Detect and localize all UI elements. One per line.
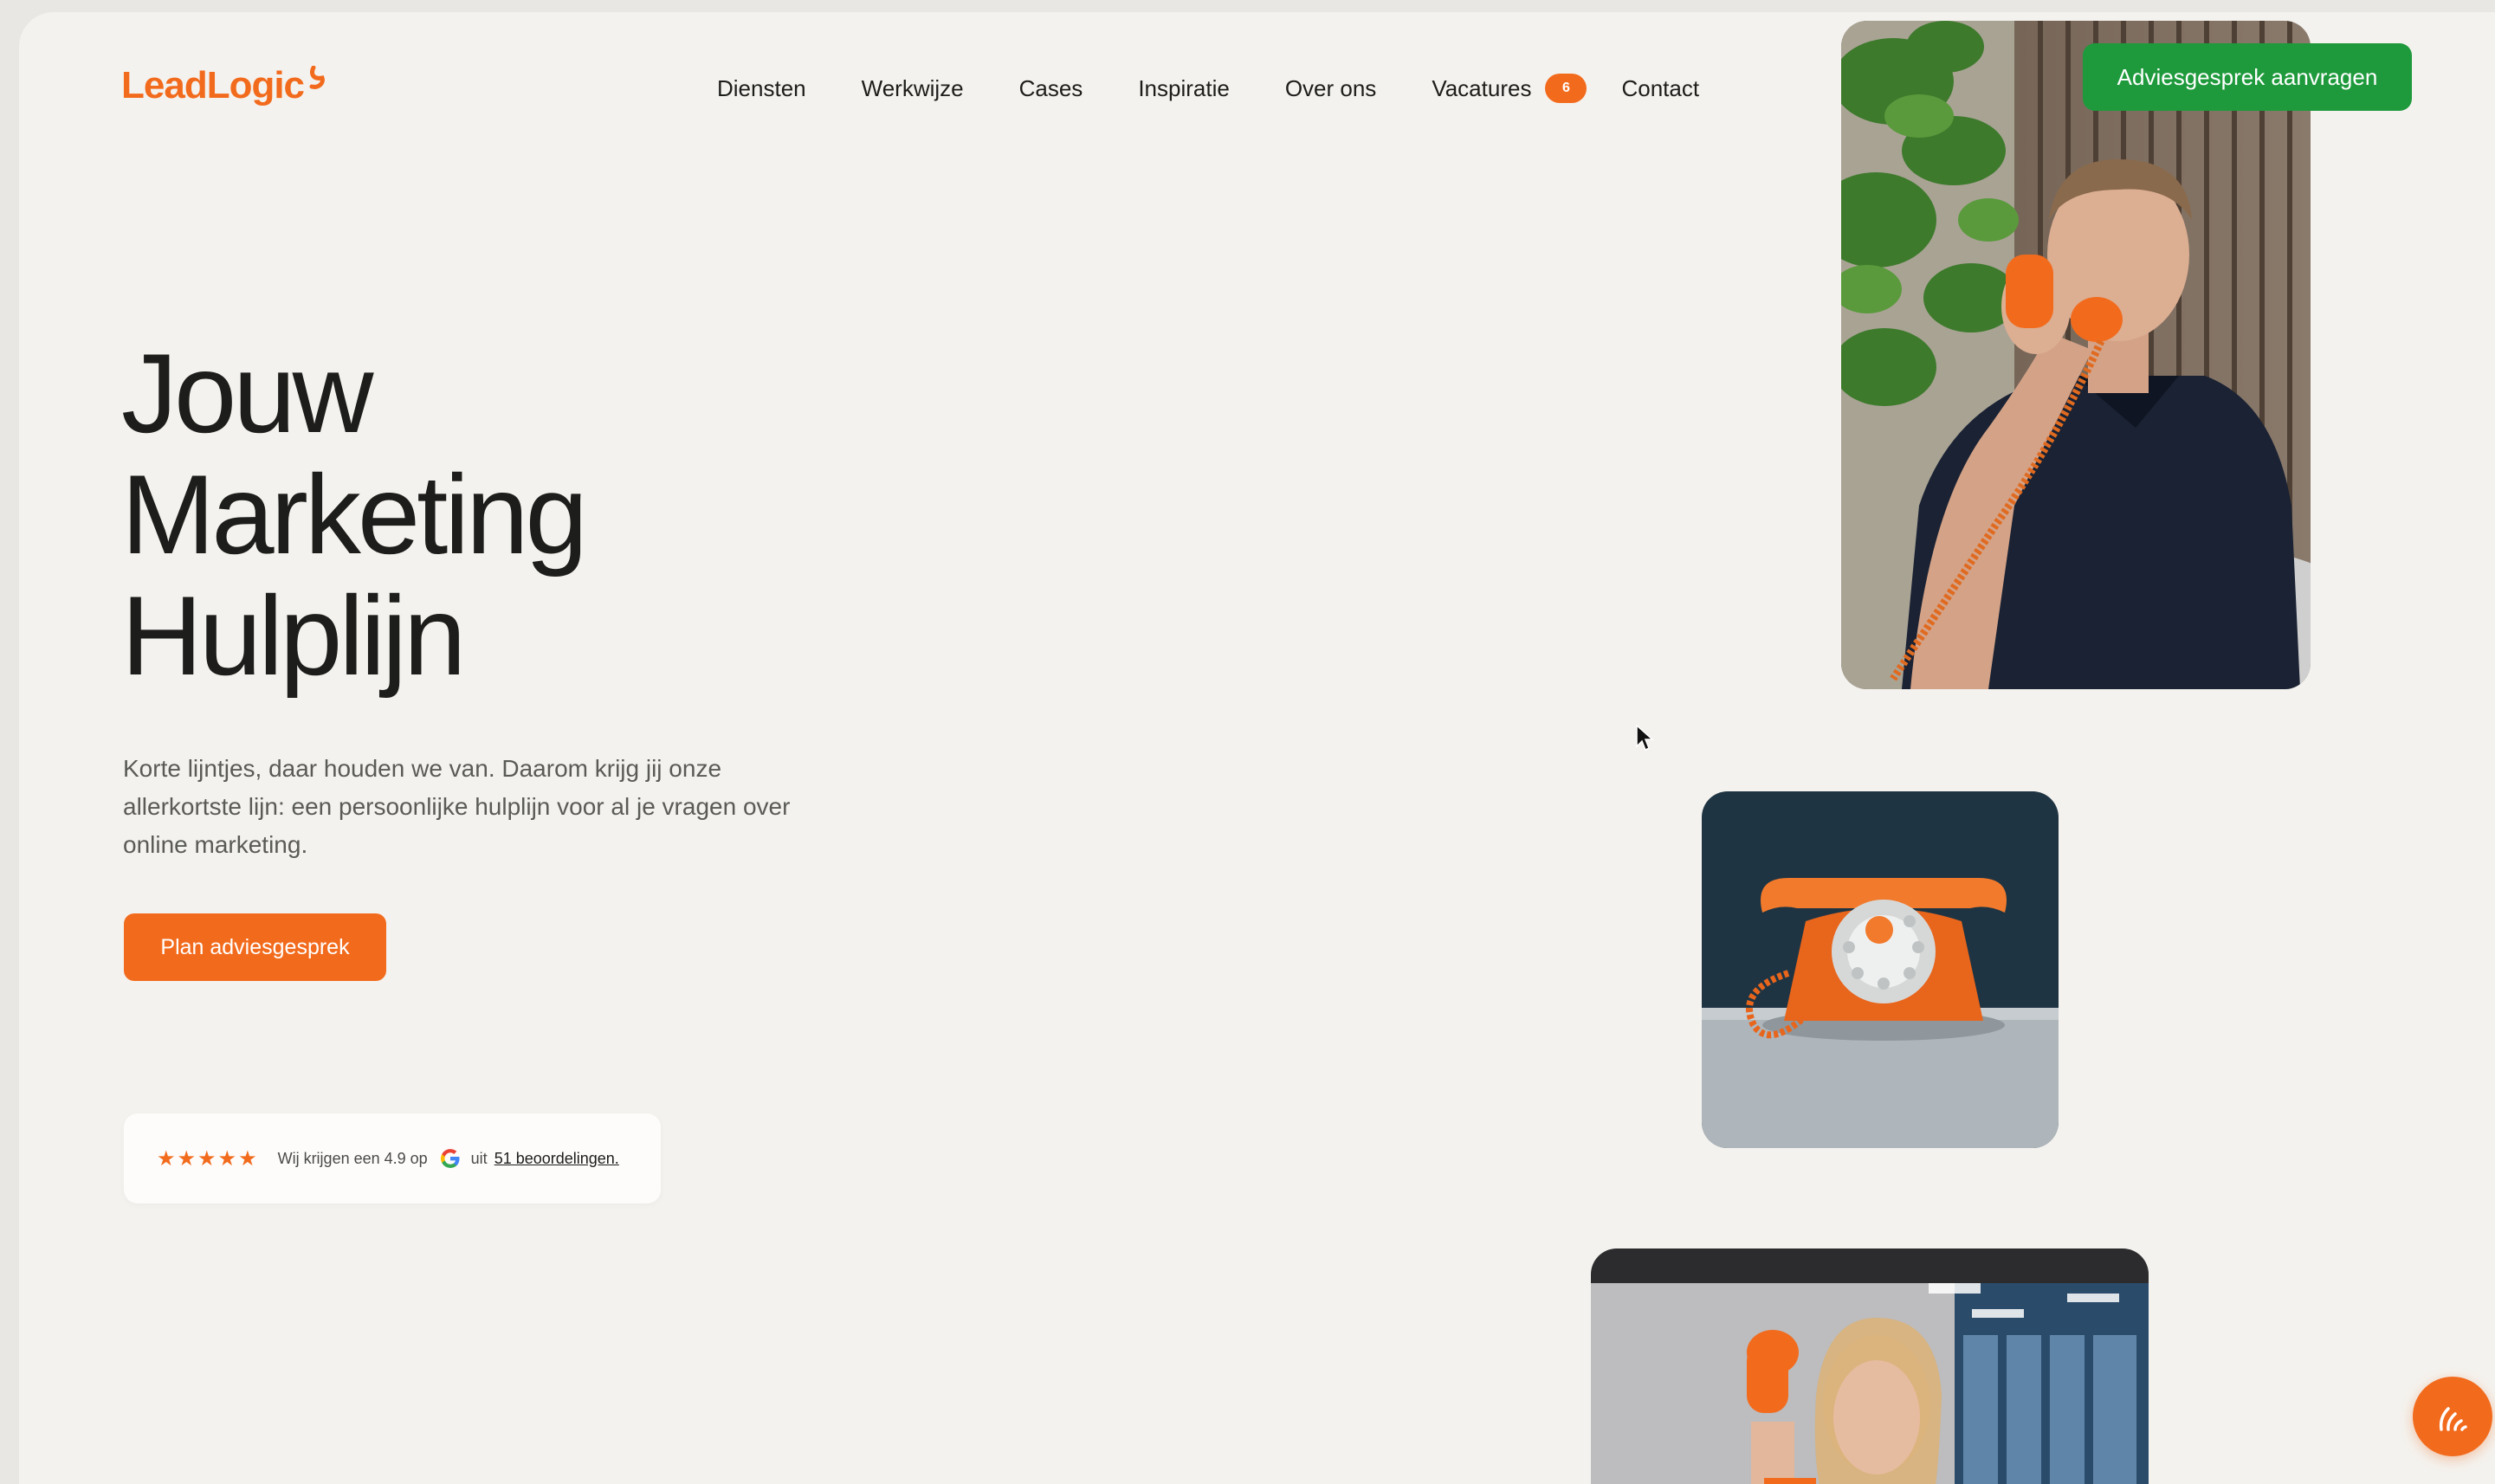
reviews-count-link[interactable]: 51 beoordelingen. [494, 1150, 619, 1168]
rating-text: Wij krijgen een 4.9 op [277, 1149, 428, 1167]
nav-item-contact[interactable]: Contact [1621, 71, 1699, 106]
photo-rotary-phone [1702, 791, 2059, 1148]
nav-item-inspiratie[interactable]: Inspiratie [1138, 71, 1230, 106]
page: LeadLogic Diensten Werkwijze Cases Inspi… [19, 12, 2495, 1484]
photo-man-on-phone [1841, 21, 2311, 689]
main-nav: Diensten Werkwijze Cases Inspiratie Over… [717, 71, 1699, 106]
plan-consultation-button[interactable]: Plan adviesgesprek [124, 913, 386, 981]
logo-mark-icon [309, 66, 325, 89]
hero-title-line: Jouw [121, 330, 373, 456]
hero-description: Korte lijntjes, daar houden we van. Daar… [123, 755, 791, 858]
google-icon [440, 1149, 460, 1168]
rating-stars: ★★★★★ [157, 1146, 259, 1171]
nav-item-cases[interactable]: Cases [1019, 71, 1083, 106]
nav-item-vacatures-label: Vacatures [1432, 75, 1532, 101]
photo-woman-with-phone [1591, 1248, 2149, 1484]
chat-button[interactable] [2413, 1377, 2492, 1456]
hero-title: Jouw Marketing Hulplijn [121, 332, 901, 696]
vacatures-count-badge: 6 [1545, 74, 1587, 103]
google-review-widget: ★★★★★ Wij krijgen een 4.9 op uit 51 beoo… [124, 1113, 661, 1203]
nav-item-over-ons[interactable]: Over ons [1285, 71, 1377, 106]
nav-item-vacatures[interactable]: Vacatures 6 [1432, 71, 1587, 106]
hero-title-line: Marketing [121, 451, 588, 577]
request-consultation-button[interactable]: Adviesgesprek aanvragen [2083, 43, 2412, 111]
logo[interactable]: LeadLogic [121, 55, 326, 116]
rating-uit: uit [470, 1149, 488, 1167]
logo-text: LeadLogic [121, 64, 305, 106]
mouse-cursor-icon [1636, 724, 1654, 752]
hero-title-line: Hulplijn [121, 572, 466, 699]
nav-item-werkwijze[interactable]: Werkwijze [862, 71, 964, 106]
nav-item-diensten[interactable]: Diensten [717, 71, 806, 106]
chat-icon [2439, 1407, 2467, 1431]
